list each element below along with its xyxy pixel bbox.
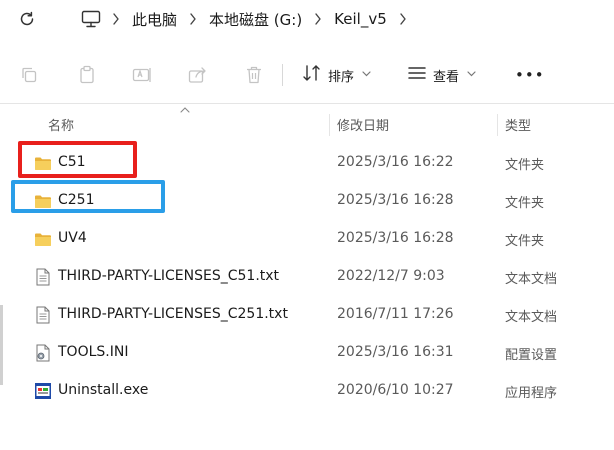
file-modified-date: 2025/3/16 16:22 xyxy=(337,154,454,170)
breadcrumb: 此电脑 本地磁盘 (G:) Keil_v5 xyxy=(78,6,415,32)
file-modified-date: 2022/12/7 9:03 xyxy=(337,268,445,284)
highlight-box-blue xyxy=(11,180,165,213)
chevron-right-icon[interactable] xyxy=(104,6,128,32)
rename-icon[interactable] xyxy=(131,64,153,86)
settings-file-icon xyxy=(34,344,52,362)
file-name: UV4 xyxy=(58,230,87,246)
file-modified-date: 2025/3/16 16:31 xyxy=(337,344,454,360)
chevron-down-icon xyxy=(467,70,476,80)
column-divider[interactable] xyxy=(497,114,498,136)
file-type: 配置设置 xyxy=(505,348,558,363)
file-row-uv4[interactable]: UV4 2025/3/16 16:28 文件夹 xyxy=(10,221,614,257)
highlight-box-red xyxy=(18,141,137,178)
column-header-type[interactable]: 类型 xyxy=(505,110,531,138)
file-modified-date: 2016/7/11 17:26 xyxy=(337,306,454,322)
file-modified-date: 2025/3/16 16:28 xyxy=(337,192,454,208)
file-type: 文本文档 xyxy=(505,272,558,287)
refresh-icon[interactable] xyxy=(16,8,38,30)
chevron-right-icon[interactable] xyxy=(306,6,330,32)
folder-icon xyxy=(34,230,52,248)
address-bar: 此电脑 本地磁盘 (G:) Keil_v5 xyxy=(0,0,614,40)
delete-icon[interactable] xyxy=(243,64,265,86)
breadcrumb-item-drive-g[interactable]: 本地磁盘 (G:) xyxy=(205,9,306,30)
file-row-licenses-c51[interactable]: THIRD-PARTY-LICENSES_C51.txt 2022/12/7 9… xyxy=(10,259,614,295)
file-modified-date: 2025/3/16 16:28 xyxy=(337,230,454,246)
copy-icon[interactable] xyxy=(18,64,40,86)
file-name: THIRD-PARTY-LICENSES_C251.txt xyxy=(58,306,288,322)
chevron-down-icon xyxy=(362,70,371,80)
file-type: 文本文档 xyxy=(505,310,558,325)
navigation-pane-edge xyxy=(0,110,4,450)
paste-icon[interactable] xyxy=(76,64,98,86)
column-divider[interactable] xyxy=(329,114,330,136)
exe-file-icon xyxy=(34,382,52,400)
text-file-icon xyxy=(34,306,52,324)
toolbar-divider xyxy=(282,64,283,86)
file-type: 文件夹 xyxy=(505,234,545,249)
file-row-licenses-c251[interactable]: THIRD-PARTY-LICENSES_C251.txt 2016/7/11 … xyxy=(10,297,614,333)
column-header-name[interactable]: 名称 xyxy=(48,110,74,138)
list-view-icon xyxy=(407,65,427,85)
column-header-modified[interactable]: 修改日期 xyxy=(337,110,389,138)
command-bar: 排序 查看 ••• xyxy=(0,46,614,104)
file-type: 文件夹 xyxy=(505,158,545,173)
file-type: 应用程序 xyxy=(505,386,558,401)
chevron-right-icon[interactable] xyxy=(181,6,205,32)
text-file-icon xyxy=(34,268,52,286)
file-type: 文件夹 xyxy=(505,196,545,211)
sort-label: 排序 xyxy=(328,69,355,85)
file-modified-date: 2020/6/10 10:27 xyxy=(337,382,454,398)
sort-button[interactable]: 排序 xyxy=(302,62,371,88)
view-label: 查看 xyxy=(433,69,460,85)
file-name: THIRD-PARTY-LICENSES_C51.txt xyxy=(58,268,280,284)
file-row-tools-ini[interactable]: TOOLS.INI 2025/3/16 16:31 配置设置 xyxy=(10,335,614,371)
sort-ascending-icon xyxy=(180,106,190,116)
breadcrumb-item-keil-v5[interactable]: Keil_v5 xyxy=(330,10,391,28)
scrollbar-thumb[interactable] xyxy=(0,305,3,385)
breadcrumb-item-this-pc[interactable]: 此电脑 xyxy=(128,9,181,30)
more-options-button[interactable]: ••• xyxy=(515,62,545,88)
more-icon: ••• xyxy=(515,66,545,84)
share-icon[interactable] xyxy=(187,64,209,86)
this-pc-icon[interactable] xyxy=(78,6,104,32)
chevron-right-icon[interactable] xyxy=(391,6,415,32)
sort-icon xyxy=(302,64,322,86)
file-name: TOOLS.INI xyxy=(58,344,129,360)
file-name: Uninstall.exe xyxy=(58,382,149,398)
view-button[interactable]: 查看 xyxy=(407,62,476,88)
file-row-uninstall-exe[interactable]: Uninstall.exe 2020/6/10 10:27 应用程序 xyxy=(10,373,614,409)
